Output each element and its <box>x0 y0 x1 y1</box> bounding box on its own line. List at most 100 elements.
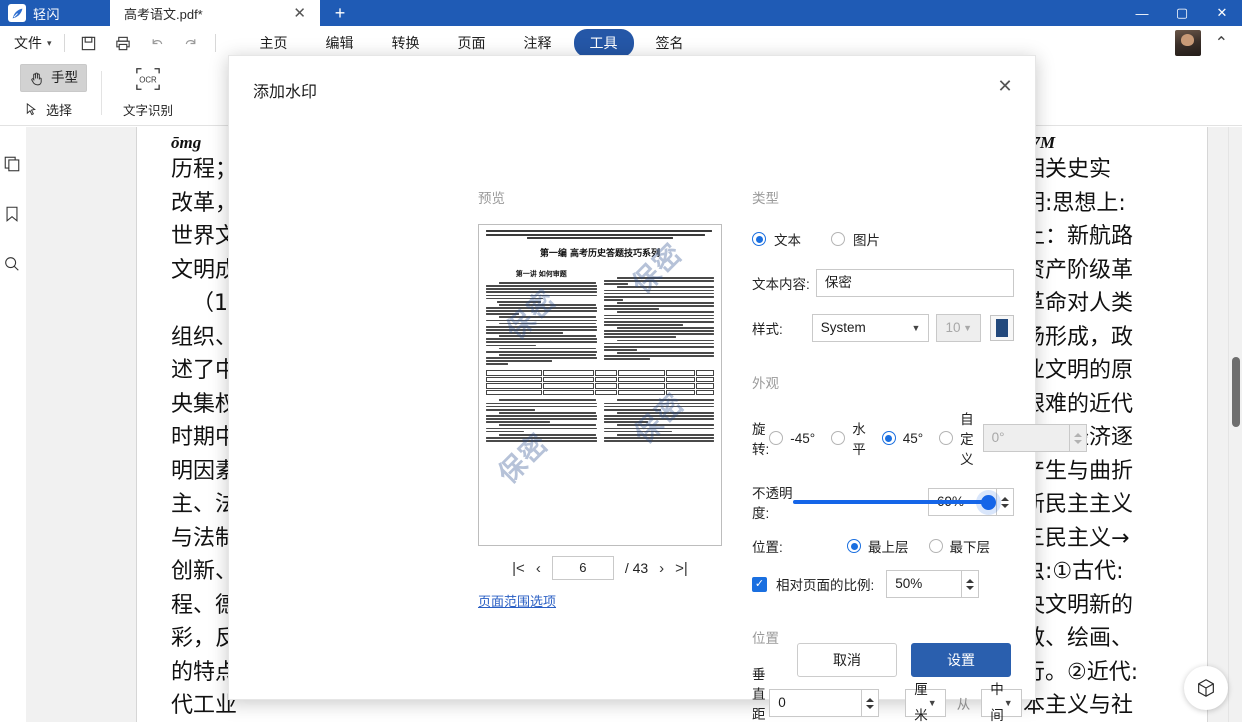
close-icon[interactable]: ✕ <box>289 6 310 21</box>
tab-edit[interactable]: 编辑 <box>310 29 370 57</box>
relative-scale-input[interactable]: 50% <box>886 570 961 598</box>
ocr-label: 文字识别 <box>123 100 173 119</box>
avatar[interactable] <box>1175 30 1201 56</box>
page-heading-right: 27M <box>1023 133 1173 153</box>
text-content-row: 文本内容: 保密 <box>752 269 1014 297</box>
font-family-select[interactable]: System ▼ <box>812 314 930 342</box>
pages-icon[interactable] <box>3 155 23 175</box>
vertical-from-word: 从 <box>957 693 971 713</box>
close-icon[interactable]: ✕ <box>991 72 1019 100</box>
custom-angle-stepper[interactable]: 0° <box>983 424 1087 452</box>
spinner-down-icon[interactable] <box>866 705 874 709</box>
document-tab[interactable]: 高考语文.pdf* ✕ <box>110 0 320 26</box>
type-text-radio[interactable] <box>752 232 766 246</box>
doc-line: 行。②近代: <box>1023 656 1173 690</box>
vertical-distance-input[interactable]: 0 <box>769 689 861 717</box>
scrollbar-thumb[interactable] <box>1232 357 1240 427</box>
ocr-icon: OCR <box>134 66 162 95</box>
ocr-button[interactable]: OCR 文字识别 <box>116 66 180 119</box>
relative-scale-stepper[interactable]: 50% <box>886 570 979 598</box>
tab-pages[interactable]: 页面 <box>442 29 502 57</box>
spinner-up-icon[interactable] <box>1001 497 1009 501</box>
spinner-up-icon[interactable] <box>866 698 874 702</box>
vertical-scrollbar[interactable] <box>1228 127 1242 722</box>
rotation-horizontal-radio[interactable] <box>831 431 845 445</box>
tab-sign[interactable]: 签名 <box>640 29 700 57</box>
quick-access-toolbar <box>65 33 215 53</box>
text-content-input[interactable]: 保密 <box>816 269 1014 297</box>
dialog-buttons: 取消 设置 <box>797 643 1011 677</box>
bookmark-icon[interactable] <box>3 205 23 225</box>
vertical-unit-select[interactable]: 厘米 ▼ <box>905 689 945 717</box>
preview-thumbnail: 第一编 高考历史答题技巧系列 第一讲 如何审题 <box>478 224 722 546</box>
confirm-button[interactable]: 设置 <box>911 643 1011 677</box>
type-section-label: 类型 <box>752 187 1014 207</box>
last-page-icon[interactable]: >| <box>675 560 688 577</box>
redo-icon[interactable] <box>181 33 201 53</box>
preview-section: 预览 第一编 高考历史答题技巧系列 第一讲 如何审题 <box>478 187 722 580</box>
watermark-settings-panel: 类型 文本 图片 文本内容: 保密 样式: System ▼ 10 ▼ 外观 <box>752 187 1014 722</box>
page-range-options-link[interactable]: 页面范围选项 <box>478 591 556 610</box>
tab-comment[interactable]: 注释 <box>508 29 568 57</box>
app-name: 轻闪 <box>33 4 60 23</box>
first-page-icon[interactable]: |< <box>512 560 525 577</box>
chevron-down-icon: ▾ <box>47 38 52 49</box>
doc-line: 上：新航路 <box>1023 220 1173 254</box>
file-menu-button[interactable]: 文件 ▾ <box>0 33 64 53</box>
relative-scale-checkbox[interactable] <box>752 577 767 592</box>
total-pages-label: / 43 <box>625 560 648 576</box>
minimize-icon[interactable]: — <box>1122 0 1162 26</box>
color-swatch-button[interactable] <box>990 315 1014 341</box>
undo-icon[interactable] <box>147 33 167 53</box>
doc-line: 场形成，政 <box>1023 321 1173 355</box>
tab-convert[interactable]: 转换 <box>376 29 436 57</box>
plus-icon[interactable]: + <box>320 0 360 26</box>
type-text-label: 文本 <box>774 229 801 249</box>
maximize-icon[interactable]: ▢ <box>1162 0 1202 26</box>
divider <box>215 34 216 52</box>
spinner-down-icon[interactable] <box>1074 440 1082 444</box>
custom-angle-input[interactable]: 0° <box>983 424 1069 452</box>
title-bar: 轻闪 高考语文.pdf* ✕ + — ▢ ✕ <box>0 0 1242 26</box>
doc-line: 资产阶级革 <box>1023 254 1173 288</box>
select-tool-button[interactable]: 选择 <box>20 98 87 121</box>
save-icon[interactable] <box>79 33 99 53</box>
doc-line: 产生与曲折 <box>1023 455 1173 489</box>
page-number-input[interactable]: 6 <box>552 556 614 580</box>
rotation-custom-radio[interactable] <box>939 431 953 445</box>
spinner-up-icon[interactable] <box>966 579 974 583</box>
slider-handle[interactable] <box>981 495 996 510</box>
opacity-spin-buttons[interactable] <box>996 488 1014 516</box>
layer-label: 位置: <box>752 536 847 556</box>
search-icon[interactable] <box>3 255 23 275</box>
layer-back-radio[interactable] <box>929 539 943 553</box>
relative-scale-spin-buttons[interactable] <box>961 570 979 598</box>
cancel-button[interactable]: 取消 <box>797 643 897 677</box>
chevron-up-icon[interactable]: ⌃ <box>1215 33 1228 53</box>
close-icon[interactable]: ✕ <box>1202 0 1242 26</box>
spinner-down-icon[interactable] <box>1001 504 1009 508</box>
cube-3d-icon[interactable] <box>1184 666 1228 710</box>
text-content-label: 文本内容: <box>752 273 816 293</box>
opacity-slider[interactable] <box>793 493 916 511</box>
tab-home[interactable]: 主页 <box>244 29 304 57</box>
tab-tools[interactable]: 工具 <box>574 29 634 57</box>
font-size-select[interactable]: 10 ▼ <box>936 314 981 342</box>
vertical-distance-stepper[interactable]: 0 <box>769 689 879 717</box>
layer-front-radio[interactable] <box>847 539 861 553</box>
relative-scale-label: 相对页面的比例: <box>776 574 874 594</box>
vertical-spin-buttons[interactable] <box>861 689 879 717</box>
custom-angle-spin-buttons[interactable] <box>1069 424 1087 452</box>
hand-tool-button[interactable]: 手型 <box>20 64 87 92</box>
type-image-radio[interactable] <box>831 232 845 246</box>
prev-page-icon[interactable]: ‹ <box>536 560 541 577</box>
rotation-45-radio[interactable] <box>882 431 896 445</box>
spinner-up-icon[interactable] <box>1074 433 1082 437</box>
print-icon[interactable] <box>113 33 133 53</box>
next-page-icon[interactable]: › <box>659 560 664 577</box>
spinner-down-icon[interactable] <box>966 586 974 590</box>
vertical-anchor-select[interactable]: 中间 ▼ <box>981 689 1021 717</box>
left-rail <box>0 127 26 722</box>
doc-line: 艰难的近代 <box>1023 388 1173 422</box>
rotation-minus45-radio[interactable] <box>769 431 783 445</box>
